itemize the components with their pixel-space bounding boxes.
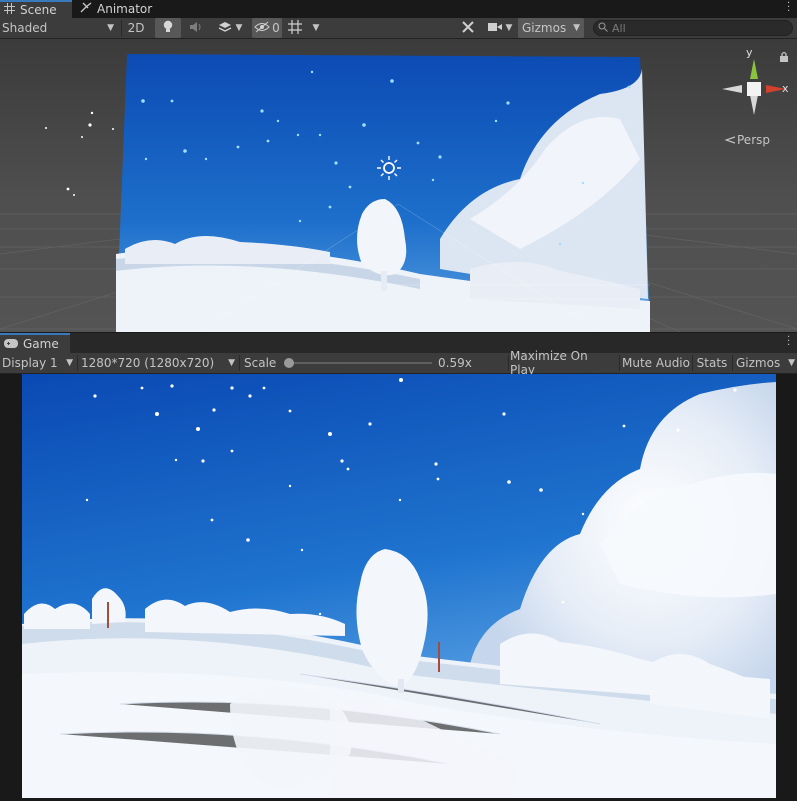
chevron-down-icon: ▼ <box>505 23 513 33</box>
scene-viewport[interactable]: y x Persp <box>0 39 797 332</box>
scene-visibility-toggle[interactable]: 0 <box>252 18 282 38</box>
tab-game-label: Game <box>23 337 59 351</box>
maximize-on-play-button[interactable]: Maximize On Play <box>510 349 616 377</box>
tab-scene-label: Scene <box>20 3 57 17</box>
chevron-down-icon: ▼ <box>312 23 320 33</box>
game-render <box>22 374 776 798</box>
resolution-label: 1280*720 (1280x720) <box>81 356 215 370</box>
hidden-eye-icon <box>254 21 270 36</box>
orientation-gizmo[interactable]: y x <box>716 46 792 131</box>
scale-label: Scale <box>244 356 277 370</box>
game-tab-bar: Game · · · <box>0 332 797 353</box>
display-dropdown[interactable]: Display 1 ▼ <box>0 353 76 373</box>
animator-icon <box>80 2 92 16</box>
mode-2d-label: 2D <box>127 21 145 35</box>
lighting-toggle[interactable] <box>155 18 181 38</box>
layers-icon <box>218 21 232 36</box>
effects-dropdown[interactable]: ▼ <box>210 18 250 38</box>
lightbulb-icon <box>162 20 174 37</box>
scale-slider-track <box>284 362 432 364</box>
tools-icon <box>461 20 475 37</box>
projection-toggle[interactable]: Persp <box>724 133 770 147</box>
scale-slider-thumb[interactable] <box>284 358 294 368</box>
stats-button[interactable]: Stats <box>694 353 730 373</box>
search-icon <box>598 21 608 35</box>
chevron-down-icon: ▼ <box>573 23 580 33</box>
maximize-label: Maximize On Play <box>510 349 588 377</box>
draw-mode-dropdown[interactable]: Shaded ▼ <box>0 18 118 38</box>
axis-x-label: x <box>782 82 789 95</box>
axis-y-label: y <box>746 46 753 59</box>
grid-dropdown[interactable]: ▼ <box>308 18 324 38</box>
chevron-down-icon: ▼ <box>228 358 235 368</box>
camera-icon <box>487 21 502 35</box>
tab-game[interactable]: Game <box>0 333 70 353</box>
search-field[interactable]: All <box>593 20 793 36</box>
gamepad-icon <box>4 337 18 351</box>
tab-scene[interactable]: Scene <box>0 0 72 18</box>
game-viewport[interactable] <box>0 374 797 801</box>
grid-snap-icon <box>288 19 302 37</box>
game-toolbar: Display 1 ▼ 1280*720 (1280x720) ▼ Scale … <box>0 349 797 377</box>
display-label: Display 1 <box>2 356 58 370</box>
scene-photo-quad <box>116 54 650 332</box>
chevron-down-icon: ▼ <box>235 23 243 33</box>
tab-animator-label: Animator <box>97 2 153 16</box>
gizmos-label: Gizmos <box>522 21 567 35</box>
audio-toggle[interactable] <box>184 18 208 38</box>
gizmos-dropdown[interactable]: Gizmos ▼ <box>518 18 584 38</box>
scene-toolbar: Shaded ▼ 2D ▼ 0 ▼ ▼ Gizmos ▼ All <box>0 18 797 39</box>
game-gizmos-dropdown[interactable]: Gizmos ▼ <box>734 353 797 373</box>
projection-label: Persp <box>737 133 770 147</box>
chevron-down-icon: ▼ <box>66 358 73 368</box>
draw-mode-label: Shaded <box>2 21 48 35</box>
mode-2d-button[interactable]: 2D <box>124 18 148 38</box>
tab-animator[interactable]: Animator <box>80 0 160 18</box>
hidden-count: 0 <box>272 21 280 35</box>
more-options-icon[interactable]: · · · <box>787 333 791 351</box>
scale-value: 0.59x <box>438 356 472 370</box>
more-options-icon[interactable]: · · · <box>787 0 791 17</box>
chevron-down-icon: ▼ <box>788 358 795 368</box>
camera-dropdown[interactable]: ▼ <box>484 18 516 38</box>
search-placeholder: All <box>612 21 626 35</box>
stats-label: Stats <box>696 356 728 370</box>
tools-button[interactable] <box>456 18 480 38</box>
chevron-down-icon: ▼ <box>107 23 114 33</box>
scene-tab-bar: Scene Animator · · · <box>0 0 797 18</box>
perspective-icon <box>724 133 736 147</box>
resolution-dropdown[interactable]: 1280*720 (1280x720) ▼ <box>80 353 238 373</box>
grid-icon <box>4 3 15 17</box>
game-gizmos-label: Gizmos <box>736 356 781 370</box>
speaker-icon <box>189 21 203 36</box>
mute-label: Mute Audio <box>622 356 690 370</box>
mute-audio-button[interactable]: Mute Audio <box>622 353 690 373</box>
grid-snap-button[interactable] <box>284 18 306 38</box>
scale-slider[interactable] <box>284 357 432 369</box>
